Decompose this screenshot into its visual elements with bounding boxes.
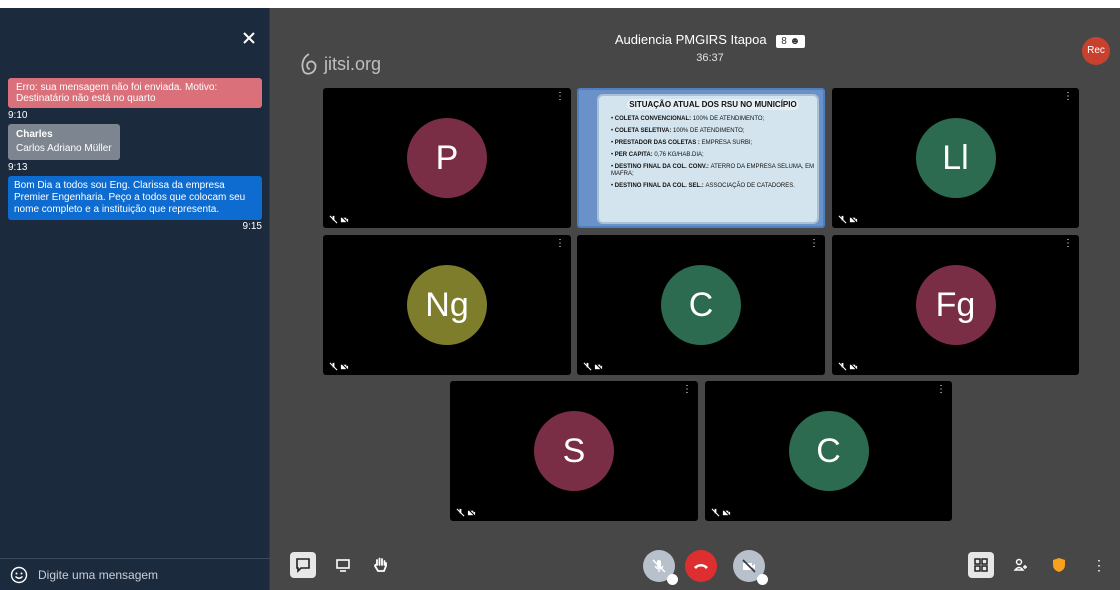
- own-chat-message: Bom Dia a todos sou Eng. Clarissa da emp…: [8, 176, 262, 220]
- slide-list-item: COLETA CONVENCIONAL: 100% DE ATENDIMENTO…: [611, 116, 815, 123]
- chat-input[interactable]: Digite uma mensagem: [0, 558, 270, 590]
- tile-status: [711, 508, 731, 517]
- emoji-icon[interactable]: [10, 566, 28, 584]
- screen-share-button[interactable]: [330, 552, 356, 578]
- camera-muted-icon: [849, 215, 858, 224]
- chat-input-placeholder: Digite uma mensagem: [38, 567, 159, 582]
- avatar: C: [661, 265, 741, 345]
- tile-menu-icon[interactable]: ⋮: [809, 239, 819, 249]
- mic-muted-icon: [583, 362, 592, 371]
- slide-title: SITUAÇÃO ATUAL DOS RSU NO MUNICÍPIO: [627, 99, 799, 110]
- mic-muted-icon: [456, 508, 465, 517]
- participant-tile[interactable]: P ⋮: [323, 88, 571, 228]
- tile-menu-icon[interactable]: ⋮: [682, 385, 692, 395]
- camera-muted-icon: [340, 215, 349, 224]
- tile-status: [838, 215, 858, 224]
- camera-muted-icon: [594, 362, 603, 371]
- meeting-title: Audiencia PMGIRS Itapoa 8 ☻: [560, 32, 860, 48]
- mic-muted-icon: [711, 508, 720, 517]
- message-sender: Charles: [16, 129, 53, 140]
- tile-status: [583, 362, 603, 371]
- more-actions-button[interactable]: ⋮: [1086, 552, 1112, 578]
- message-time: 9:13: [8, 162, 28, 173]
- tile-menu-icon[interactable]: ⋮: [936, 385, 946, 395]
- chat-message: Charles Carlos Adriano Müller: [8, 124, 120, 160]
- tile-view-button[interactable]: [968, 552, 994, 578]
- participant-tile[interactable]: Ll ⋮: [832, 88, 1079, 228]
- raise-hand-icon: [374, 557, 387, 572]
- tile-menu-icon[interactable]: ⋮: [555, 92, 565, 102]
- chevron-down-icon[interactable]: [667, 574, 678, 585]
- camera-muted-icon: [467, 508, 476, 517]
- avatar: S: [534, 411, 614, 491]
- tile-menu-icon[interactable]: ⋮: [555, 239, 565, 249]
- mic-muted-icon: [838, 215, 847, 224]
- tile-status: [329, 362, 349, 371]
- microphone-button[interactable]: [643, 550, 678, 585]
- avatar: P: [407, 118, 487, 198]
- top-border: [0, 0, 1120, 8]
- error-message: Erro: sua mensagem não foi enviada. Moti…: [8, 78, 262, 108]
- avatar: Fg: [915, 265, 996, 345]
- mic-muted-icon: [329, 362, 338, 371]
- tile-menu-icon[interactable]: ⋮: [1063, 239, 1073, 249]
- participants-icon: ☻: [789, 36, 801, 47]
- security-button[interactable]: [1046, 552, 1072, 578]
- meeting-name: Audiencia PMGIRS Itapoa: [614, 32, 767, 47]
- participant-tile[interactable]: Ng ⋮: [323, 235, 571, 375]
- message-time: 9:15: [242, 221, 262, 232]
- shared-slide: SITUAÇÃO ATUAL DOS RSU NO MUNICÍPIO COLE…: [597, 94, 819, 224]
- chevron-down-icon[interactable]: [757, 574, 768, 585]
- slide-list-item: COLETA SELETIVA: 100% DE ATENDIMENTO;: [611, 128, 815, 135]
- tile-status: [329, 215, 349, 224]
- slide-list-item: PER CAPITA: 0,76 KG/HAB.DIA;: [611, 152, 815, 159]
- chat-toggle-button[interactable]: [290, 552, 316, 578]
- invite-icon: [1013, 558, 1027, 571]
- mic-muted-icon: [652, 559, 666, 573]
- participant-tile[interactable]: Fg ⋮: [832, 235, 1079, 375]
- avatar: Ng: [407, 265, 487, 345]
- shield-icon: [1053, 558, 1065, 572]
- jitsi-logo-icon: [301, 53, 317, 75]
- more-icon: ⋮: [1092, 556, 1106, 573]
- slide-list-item: DESTINO FINAL DA COL. CONV.: ATERRO DA E…: [611, 164, 815, 178]
- participant-tile[interactable]: S ⋮: [450, 381, 698, 521]
- slide-list-item: PRESTADOR DAS COLETAS : EMPRESA SURBI;: [611, 140, 815, 147]
- tile-status: [838, 362, 858, 371]
- message-list: Erro: sua mensagem não foi enviada. Moti…: [8, 78, 262, 232]
- chat-panel: Erro: sua mensagem não foi enviada. Moti…: [0, 8, 270, 590]
- jitsi-logo: jitsi.org: [298, 52, 381, 76]
- camera-muted-icon: [722, 508, 731, 517]
- mic-muted-icon: [838, 362, 847, 371]
- participant-tile[interactable]: C ⋮: [705, 381, 952, 521]
- invite-button[interactable]: [1008, 552, 1034, 578]
- camera-button[interactable]: [733, 550, 768, 585]
- avatar: Ll: [915, 118, 996, 198]
- chat-icon: [296, 558, 310, 573]
- slide-list: COLETA CONVENCIONAL: 100% DE ATENDIMENTO…: [611, 116, 815, 195]
- camera-muted-icon: [742, 559, 756, 573]
- meeting-timer: 36:37: [696, 52, 724, 64]
- close-icon[interactable]: [241, 30, 257, 46]
- recording-badge: Rec: [1082, 37, 1110, 65]
- avatar: C: [788, 411, 869, 491]
- mic-muted-icon: [329, 215, 338, 224]
- participant-count[interactable]: 8 ☻: [776, 35, 806, 48]
- slide-list-item: DESTINO FINAL DA COL. SEL.: ASSOCIAÇÃO D…: [611, 183, 815, 190]
- message-text: Carlos Adriano Müller: [16, 143, 112, 154]
- camera-muted-icon: [340, 362, 349, 371]
- tile-menu-icon[interactable]: ⋮: [1063, 92, 1073, 102]
- logo-text: jitsi.org: [324, 53, 382, 74]
- camera-muted-icon: [849, 362, 858, 371]
- participant-tile[interactable]: C ⋮: [577, 235, 825, 375]
- tile-view-icon: [974, 558, 988, 572]
- raise-hand-button[interactable]: [368, 552, 394, 578]
- screen-share-tile[interactable]: SITUAÇÃO ATUAL DOS RSU NO MUNICÍPIO COLE…: [577, 88, 825, 228]
- message-time: 9:10: [8, 110, 28, 121]
- hangup-button[interactable]: [685, 550, 717, 582]
- chat-header: [0, 8, 269, 66]
- screen-share-icon: [336, 559, 350, 572]
- hangup-icon: [694, 564, 708, 569]
- tile-status: [456, 508, 476, 517]
